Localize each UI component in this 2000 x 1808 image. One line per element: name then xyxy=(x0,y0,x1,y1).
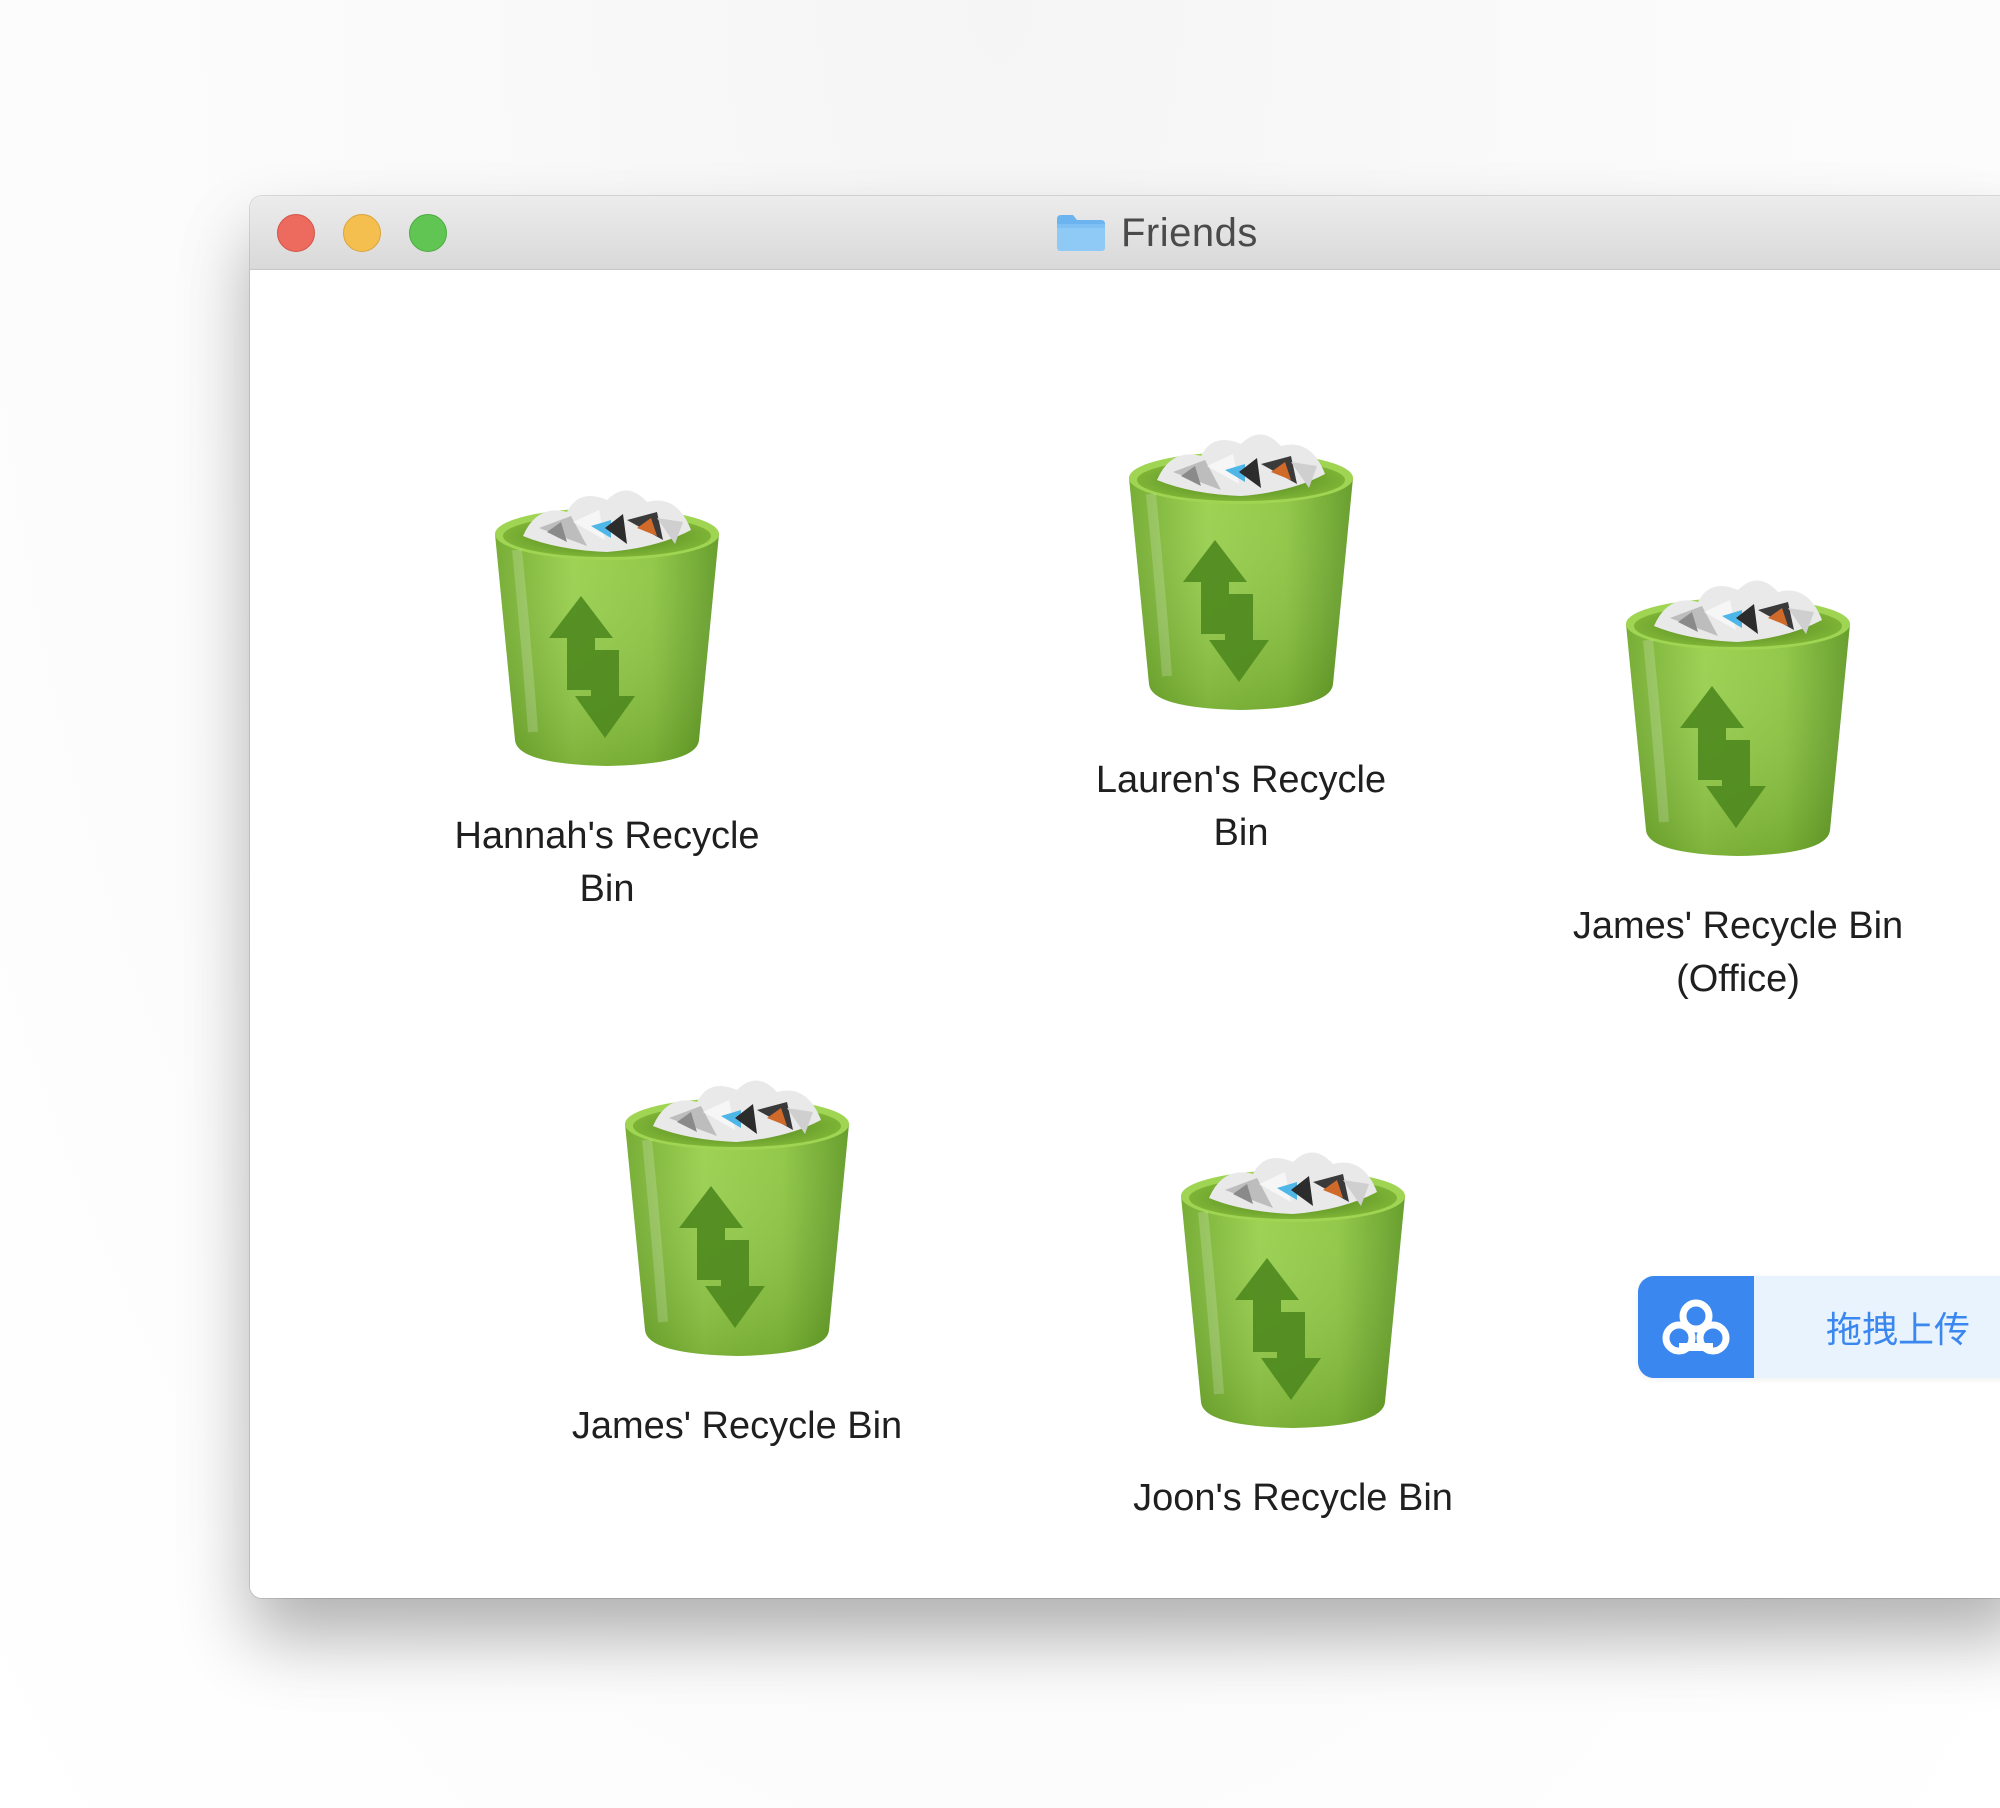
recycle-bin-item-hannah[interactable]: Hannah's Recycle Bin xyxy=(417,470,797,916)
recycle-bin-icon xyxy=(1121,414,1361,714)
zoom-window-button[interactable] xyxy=(409,214,447,252)
finder-window: Friends Hannah's Recycle Bin Lauren's Re… xyxy=(250,196,2000,1598)
recycle-bin-icon xyxy=(1618,560,1858,860)
upload-label[interactable]: 拖拽上传 xyxy=(1754,1276,2000,1378)
drag-upload-widget[interactable]: 拖拽上传 xyxy=(1638,1276,2000,1378)
close-window-button[interactable] xyxy=(277,214,315,252)
desktop-background: Friends Hannah's Recycle Bin Lauren's Re… xyxy=(0,0,2000,1808)
item-label: James' Recycle Bin (Office) xyxy=(1572,905,1904,1000)
upload-icon-button[interactable] xyxy=(1638,1276,1754,1378)
recycle-bin-item-joon[interactable]: Joon's Recycle Bin xyxy=(1103,1132,1483,1525)
recycle-bin-item-lauren[interactable]: Lauren's Recycle Bin xyxy=(1051,414,1431,860)
folder-icon xyxy=(1057,215,1105,251)
window-title: Friends xyxy=(1121,210,1258,255)
window-title-group: Friends xyxy=(1055,210,1258,256)
item-label: James' Recycle Bin xyxy=(571,1405,903,1447)
item-label: Hannah's Recycle Bin xyxy=(454,815,760,910)
item-label: Lauren's Recycle Bin xyxy=(1095,759,1387,854)
folder-content-area[interactable]: Hannah's Recycle Bin Lauren's Recycle Bi… xyxy=(250,270,2000,1598)
item-label: Joon's Recycle Bin xyxy=(1133,1477,1453,1519)
recycle-bin-item-james-office[interactable]: James' Recycle Bin (Office) xyxy=(1548,560,1928,1006)
recycle-bin-icon xyxy=(487,470,727,770)
recycle-bin-icon xyxy=(1173,1132,1413,1432)
recycle-bin-icon xyxy=(617,1060,857,1360)
cloud-icon xyxy=(1662,1299,1730,1355)
window-titlebar[interactable]: Friends xyxy=(250,196,2000,270)
recycle-bin-item-james[interactable]: James' Recycle Bin xyxy=(547,1060,927,1453)
minimize-window-button[interactable] xyxy=(343,214,381,252)
